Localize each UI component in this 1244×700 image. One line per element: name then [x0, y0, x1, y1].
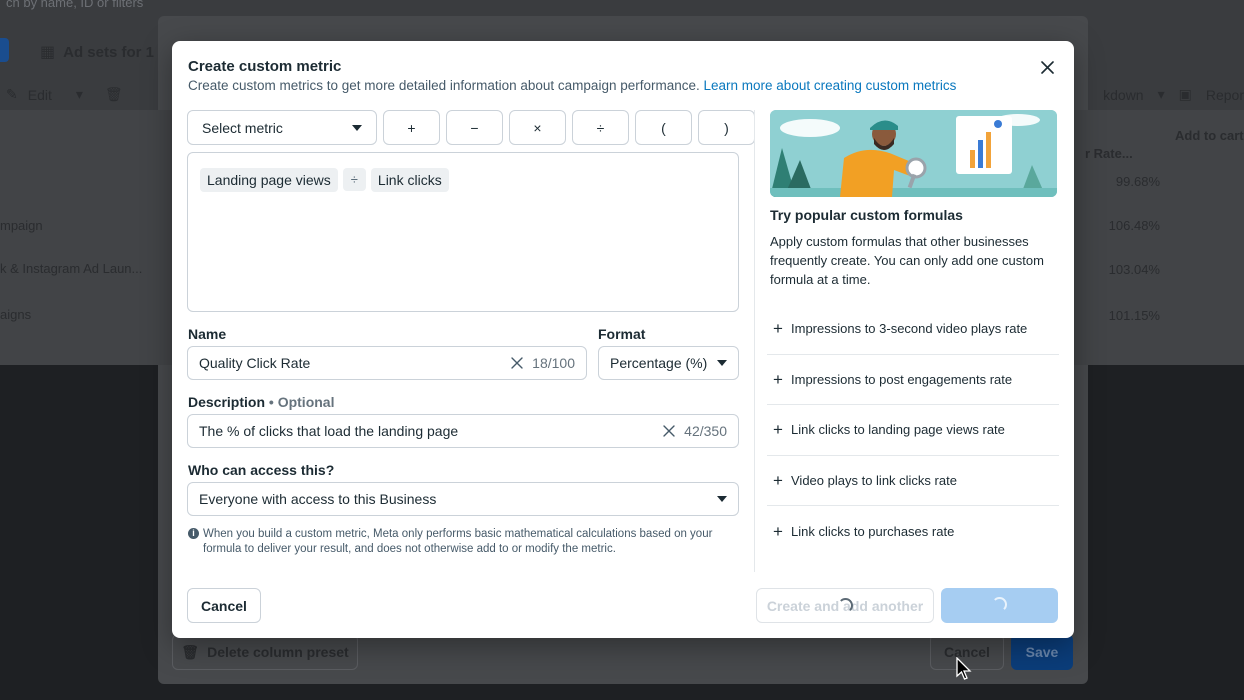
chevron-down-icon: ▾	[1157, 86, 1165, 102]
plus-icon: +	[773, 470, 783, 490]
access-dropdown[interactable]: Everyone with access to this Business	[187, 482, 739, 516]
formula-metric-chip[interactable]: Link clicks	[370, 168, 449, 192]
bg-col-add-to-cart: Add to cart	[1175, 128, 1244, 143]
format-label: Format	[598, 326, 646, 342]
bg-row-value: 106.48%	[1108, 218, 1160, 233]
select-metric-dropdown[interactable]: Select metric	[187, 110, 377, 145]
bg-reports-label: Repor	[1205, 86, 1244, 103]
trash-icon: 🗑	[104, 86, 123, 102]
grid-icon: ▦	[40, 44, 56, 61]
plus-icon: +	[773, 420, 783, 440]
plus-icon: +	[773, 369, 783, 389]
create-and-add-another-button[interactable]: Create and add another	[756, 588, 934, 623]
bg-row-label: k & Instagram Ad Laun...	[0, 261, 143, 276]
bg-blue-chip	[0, 38, 9, 62]
popular-formula-item[interactable]: + Link clicks to landing page views rate	[767, 405, 1059, 456]
person-with-chart-illustration	[770, 110, 1057, 197]
popular-formulas-list: + Impressions to 3-second video plays ra…	[767, 304, 1059, 557]
description-field[interactable]: The % of clicks that load the landing pa…	[187, 414, 739, 448]
description-label: Description • Optional	[188, 394, 335, 410]
plus-operator-button[interactable]: +	[383, 110, 440, 145]
popular-formula-item[interactable]: + Impressions to post engagements rate	[767, 355, 1059, 405]
bg-toolbar-right: kdown ▾ ▣ Repor	[1103, 86, 1244, 103]
bg-save-button: Save	[1011, 634, 1073, 670]
formula-metric-chip[interactable]: Landing page views	[200, 168, 338, 192]
loading-spinner-icon	[838, 598, 853, 613]
reports-icon: ▣	[1178, 86, 1192, 102]
bg-row-value: 103.04%	[1108, 262, 1160, 277]
info-icon: i	[188, 528, 199, 539]
name-field[interactable]: Quality Click Rate 18/100	[187, 346, 587, 380]
name-label: Name	[188, 326, 227, 342]
bg-breakdown-label: kdown	[1103, 86, 1144, 103]
mouse-cursor-icon	[956, 657, 972, 680]
loading-spinner-icon	[992, 597, 1007, 612]
plus-icon: +	[773, 319, 783, 339]
bg-row-label: mpaign	[0, 218, 43, 233]
create-button[interactable]	[941, 588, 1058, 623]
dialog-title: Create custom metric	[188, 58, 342, 75]
bg-delete-preset-button: 🗑 Delete column preset	[172, 634, 358, 670]
create-custom-metric-dialog: Create custom metric Create custom metri…	[172, 41, 1074, 638]
multiply-operator-button[interactable]: ×	[509, 110, 566, 145]
name-value: Quality Click Rate	[199, 355, 311, 371]
formula-toolbar: Select metric + − × ÷ ( )	[187, 110, 755, 145]
panel-divider	[754, 110, 755, 572]
close-button[interactable]	[1036, 56, 1058, 78]
cancel-button[interactable]: Cancel	[187, 588, 261, 623]
bg-row-label: aigns	[0, 307, 32, 322]
bg-row-value: 101.15%	[1108, 308, 1160, 323]
bg-adsets-title: ▦ Ad sets for 1	[40, 43, 154, 62]
popular-formulas-description: Apply custom formulas that other busines…	[770, 234, 1044, 287]
bg-col-rate: r Rate...	[1085, 146, 1133, 161]
format-value: Percentage (%)	[610, 355, 708, 371]
close-paren-button[interactable]: )	[698, 110, 755, 145]
clear-icon[interactable]	[662, 424, 676, 438]
close-icon	[1040, 60, 1054, 74]
format-dropdown[interactable]: Percentage (%)	[598, 346, 739, 380]
bg-row-value: 99.68%	[1115, 174, 1160, 189]
clear-icon[interactable]	[510, 356, 524, 370]
popular-formula-item[interactable]: + Video plays to link clicks rate	[767, 456, 1059, 506]
minus-operator-button[interactable]: −	[446, 110, 503, 145]
open-paren-button[interactable]: (	[635, 110, 692, 145]
caret-down-icon	[352, 124, 362, 131]
plus-icon: +	[773, 521, 783, 541]
popular-formulas-title: Try popular custom formulas	[770, 207, 963, 223]
bg-edit-label: Edit	[27, 86, 52, 103]
calculation-note: i When you build a custom metric, Meta o…	[188, 527, 733, 557]
description-char-count: 42/350	[684, 423, 727, 439]
popular-formula-item[interactable]: + Impressions to 3-second video plays ra…	[767, 304, 1059, 355]
chevron-down-icon: ▾	[75, 86, 83, 102]
access-label: Who can access this?	[188, 462, 335, 478]
description-value: The % of clicks that load the landing pa…	[199, 423, 459, 439]
dialog-subtitle: Create custom metrics to get more detail…	[188, 78, 957, 93]
formula-operator-chip[interactable]: ÷	[342, 168, 366, 191]
caret-down-icon	[717, 360, 727, 366]
name-char-count: 18/100	[532, 355, 575, 371]
divide-operator-button[interactable]: ÷	[572, 110, 629, 145]
trash-icon: 🗑	[181, 643, 200, 660]
select-metric-label: Select metric	[202, 119, 283, 136]
bg-toolbar-left: ✎ Edit ▾ 🗑	[6, 86, 123, 103]
learn-more-link[interactable]: Learn more about creating custom metrics	[704, 78, 957, 93]
pencil-icon: ✎	[6, 86, 18, 102]
popular-formulas-illustration	[770, 110, 1057, 197]
optional-tag: • Optional	[268, 394, 335, 410]
formula-editor[interactable]: Landing page views ÷ Link clicks	[187, 152, 739, 312]
access-value: Everyone with access to this Business	[199, 491, 437, 507]
caret-down-icon	[717, 496, 727, 502]
popular-formula-item[interactable]: + Link clicks to purchases rate	[767, 506, 1059, 557]
